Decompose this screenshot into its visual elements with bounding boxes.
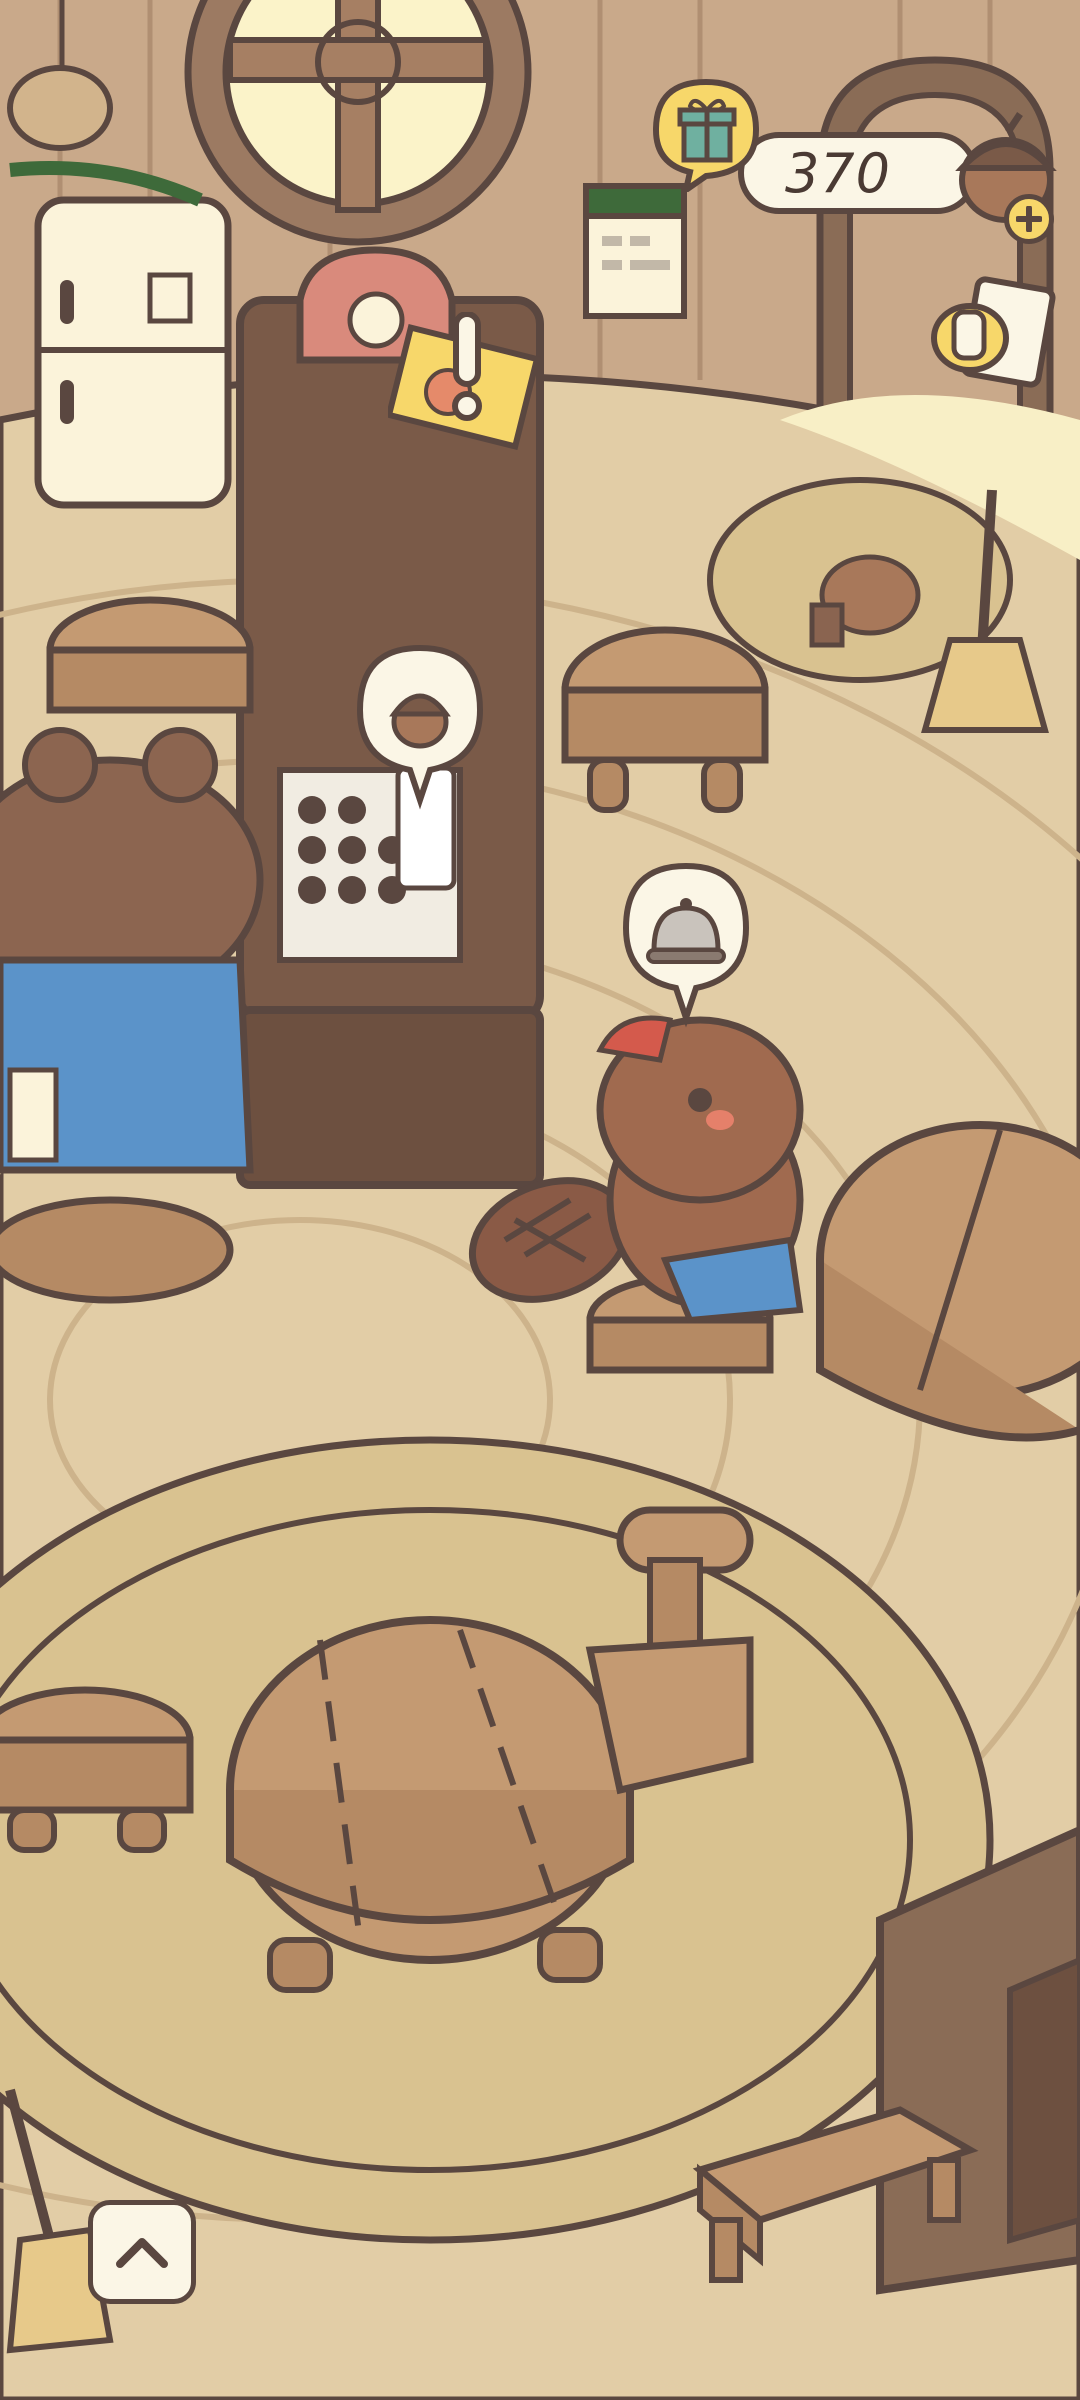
wall-calendar[interactable] (580, 150, 690, 330)
expand-up-button[interactable] (88, 2200, 196, 2304)
add-acorns-button[interactable] (1004, 194, 1054, 244)
chevron-up-icon (116, 2238, 168, 2268)
acorn-icon (389, 693, 451, 749)
acorn-counter[interactable]: 370 (738, 132, 978, 214)
memo-icon (931, 276, 1056, 388)
stool-back-left (46, 596, 254, 714)
game-scene[interactable]: 370 (0, 0, 1080, 2400)
service-bell-bubble[interactable] (616, 858, 756, 1028)
plus-icon (1016, 206, 1042, 232)
fridge (9, 161, 232, 509)
alert-card[interactable] (388, 312, 548, 452)
acorn-count: 370 (784, 141, 892, 205)
exclamation-icon (452, 312, 482, 421)
memo-button[interactable] (930, 268, 1060, 398)
acorn-order-bubble[interactable] (350, 640, 490, 810)
